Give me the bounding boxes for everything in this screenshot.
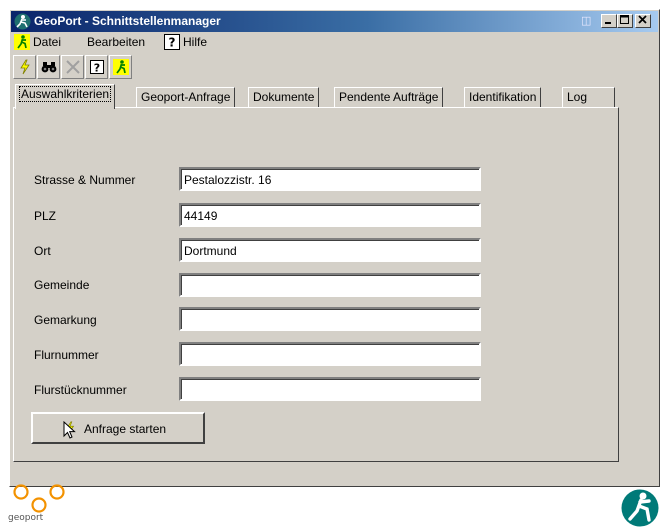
toolbar-run-button[interactable] [109, 55, 132, 79]
label-flurnummer: Flurnummer [34, 348, 99, 362]
toolbar-start-button[interactable] [13, 55, 36, 79]
toolbar-help-button[interactable]: ? [85, 55, 108, 79]
menu-datei[interactable]: Datei [33, 35, 61, 49]
svg-text:?: ? [94, 62, 100, 75]
label-plz: PLZ [34, 209, 57, 223]
close-icon [638, 15, 647, 24]
tab-label: Geoport-Anfrage [141, 90, 231, 104]
toolbar: ? [13, 55, 613, 81]
tab-geoport-anfrage[interactable]: Geoport-Anfrage [136, 87, 236, 108]
anfrage-starten-button[interactable]: Anfrage starten [31, 412, 205, 444]
label-strasse-nummer: Strasse & Nummer [34, 173, 136, 187]
anfrage-starten-label: Anfrage starten [84, 422, 167, 436]
maximize-button[interactable] [617, 14, 633, 28]
tab-label: Pendente Aufträge [339, 90, 439, 104]
input-flurnummer[interactable] [179, 342, 481, 366]
tab-label: Log [567, 90, 588, 104]
svg-text:?: ? [169, 36, 176, 50]
label-flurstuecknummer: Flurstücknummer [34, 383, 127, 397]
runner-icon [14, 34, 30, 50]
tab-label: Auswahlkriterien [18, 86, 112, 102]
tab-log[interactable]: Log [562, 87, 615, 108]
geoport-logo-icon [13, 484, 65, 513]
input-strasse-nummer[interactable]: Pestalozzistr. 16 [179, 167, 481, 191]
tab-identifikation[interactable]: Identifikation [464, 87, 542, 108]
tab-pendente-auftraege[interactable]: Pendente Aufträge [334, 87, 444, 108]
toolbar-search-button[interactable] [37, 55, 60, 79]
tab-label: Identifikation [469, 90, 537, 104]
window-title: GeoPort - Schnittstellenmanager [34, 14, 221, 28]
input-gemarkung[interactable] [179, 307, 481, 331]
logo-text: geoport [8, 513, 44, 523]
label-gemarkung: Gemarkung [34, 313, 97, 327]
main-window: GeoPort - Schnittstellenmanager ◫ Datei … [9, 9, 660, 487]
mouse-pointer-icon [63, 421, 76, 439]
auswahlkriterien-panel: Strasse & Nummer Pestalozzistr. 16 PLZ 4… [13, 107, 619, 462]
footer-bar: geoport [0, 484, 669, 529]
input-gemeinde[interactable] [179, 273, 481, 297]
tab-auswahlkriterien[interactable]: Auswahlkriterien [15, 84, 116, 109]
cancel-icon [66, 60, 80, 74]
toolbar-cancel-button[interactable] [61, 55, 84, 79]
label-ort: Ort [34, 244, 51, 258]
input-flurstuecknummer[interactable] [179, 377, 481, 401]
input-plz[interactable]: 44149 [179, 203, 481, 227]
maximize-icon [620, 15, 629, 24]
menu-hilfe[interactable]: Hilfe [183, 35, 207, 49]
input-ort[interactable]: Dortmund [179, 238, 481, 262]
label-gemeinde: Gemeinde [34, 278, 90, 292]
tab-dokumente[interactable]: Dokumente [248, 87, 320, 108]
help-icon: ? [164, 34, 180, 50]
menu-bar: Datei Bearbeiten ? Hilfe [11, 32, 658, 52]
minimize-icon [605, 22, 611, 24]
restore-state-icon: ◫ [581, 14, 592, 27]
tab-strip: Auswahlkriterien Geoport-Anfrage Dokumen… [13, 84, 653, 109]
title-bar[interactable]: GeoPort - Schnittstellenmanager ◫ [11, 11, 658, 32]
lightning-icon [20, 59, 30, 75]
help-icon: ? [90, 60, 104, 75]
binoculars-icon [41, 62, 57, 73]
minimize-button[interactable] [601, 14, 617, 28]
geoport-runner-logo-icon [621, 489, 659, 527]
runner-icon [113, 59, 129, 75]
menu-bearbeiten[interactable]: Bearbeiten [87, 35, 145, 49]
close-button[interactable] [635, 14, 651, 28]
geoport-app-icon [14, 13, 31, 30]
tab-label: Dokumente [253, 90, 315, 104]
